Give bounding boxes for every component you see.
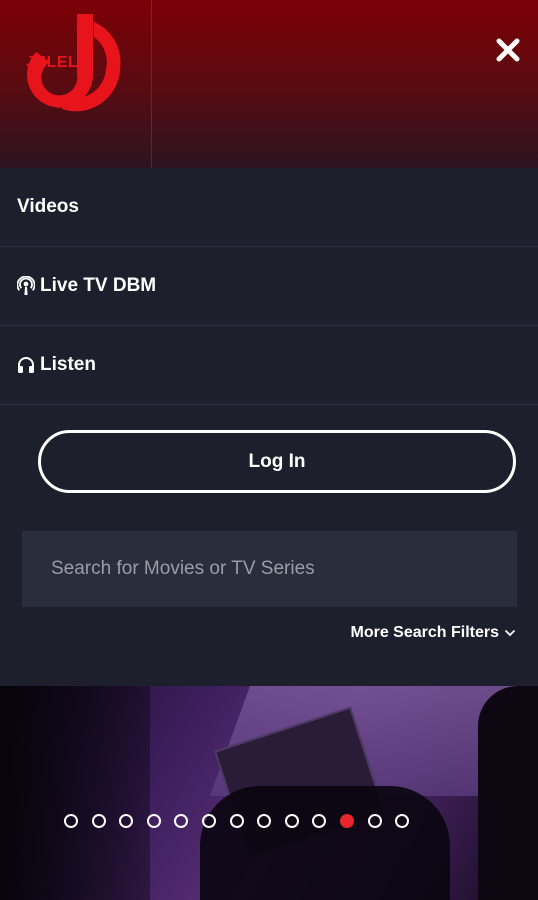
carousel-dot[interactable]	[229, 814, 244, 828]
carousel-dot[interactable]	[395, 814, 410, 828]
close-menu-button[interactable]	[494, 36, 522, 64]
jelele-logo[interactable]: JELELE	[22, 14, 132, 114]
carousel-dot[interactable]	[201, 814, 216, 828]
carousel-dot[interactable]	[174, 814, 189, 828]
logo-text: JELELE	[26, 54, 90, 71]
carousel-dot[interactable]	[146, 814, 161, 828]
headphones-icon	[17, 355, 35, 375]
hero-figure	[478, 686, 538, 900]
carousel-dot[interactable]	[257, 814, 272, 828]
carousel-dot[interactable]	[312, 814, 327, 828]
menu-item-label: Listen	[40, 354, 96, 375]
carousel-dot[interactable]	[339, 814, 354, 828]
hero-silhouette	[200, 786, 450, 900]
podcast-icon	[17, 276, 35, 296]
carousel-dot[interactable]	[91, 814, 106, 828]
menu-item-listen[interactable]: Listen	[0, 326, 538, 405]
carousel-dot[interactable]	[367, 814, 382, 828]
carousel-dot[interactable]	[64, 814, 78, 828]
nav-menu: Videos Live TV DBM Listen	[0, 168, 538, 405]
search-box	[22, 531, 517, 607]
filters-label: More Search Filters	[350, 624, 500, 641]
login-button[interactable]: Log In	[38, 430, 516, 493]
carousel-dot[interactable]	[119, 814, 134, 828]
carousel-dot[interactable]	[284, 814, 299, 828]
more-search-filters-link[interactable]: More Search Filters	[351, 624, 517, 642]
hero-shadow	[0, 686, 150, 900]
chevron-down-icon	[504, 629, 516, 637]
close-icon	[496, 38, 520, 62]
header-divider	[151, 0, 152, 168]
hero-carousel-image[interactable]	[0, 686, 538, 900]
menu-item-live-tv[interactable]: Live TV DBM	[0, 247, 538, 326]
menu-item-videos[interactable]: Videos	[0, 168, 538, 247]
search-input[interactable]	[22, 531, 517, 607]
menu-item-label: Live TV DBM	[40, 275, 157, 296]
carousel-pagination	[0, 814, 538, 832]
menu-item-label: Videos	[17, 196, 79, 217]
app-header: JELELE	[0, 0, 538, 168]
